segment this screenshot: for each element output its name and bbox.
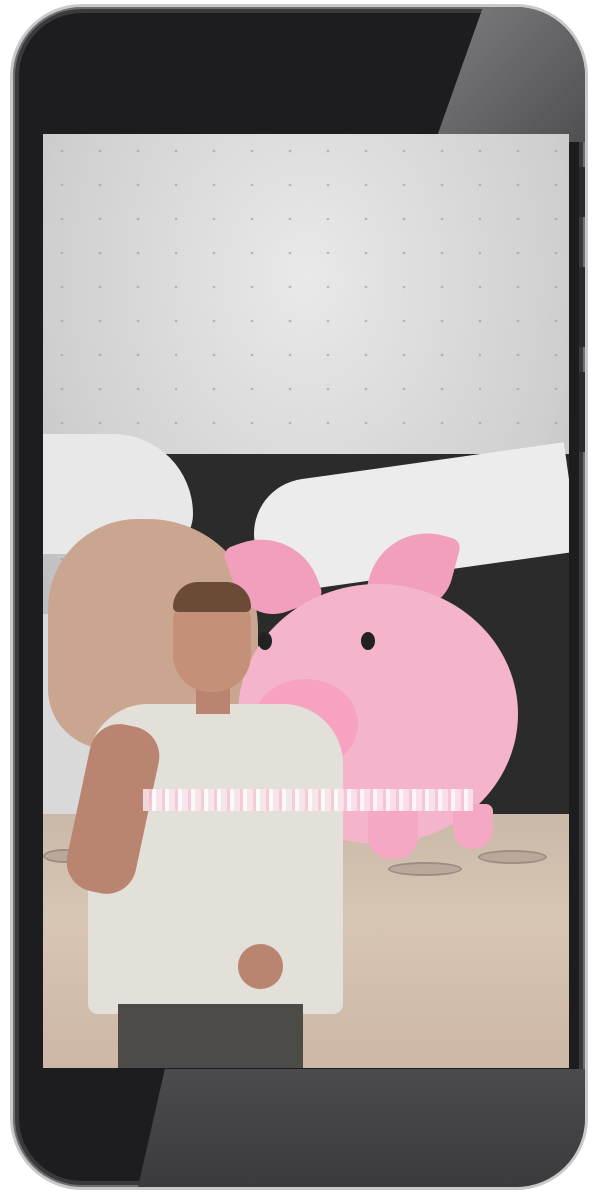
screen-glare-bottom [138, 1069, 585, 1187]
presenter-pants [118, 1004, 303, 1068]
volume-up-button [579, 267, 585, 347]
presenter [61, 574, 348, 1068]
coin [478, 850, 547, 864]
caption-overlay-strip [143, 789, 473, 811]
presenter-hair [173, 582, 251, 612]
presenter-hand [238, 944, 283, 989]
video-screen[interactable] [43, 134, 569, 1068]
side-button-upper [579, 167, 585, 217]
screen-glare-top [435, 7, 585, 142]
piggy-bank-eye [361, 632, 375, 650]
coin [388, 862, 462, 876]
piggy-bank-leg [368, 804, 418, 859]
volume-down-button [579, 372, 585, 452]
